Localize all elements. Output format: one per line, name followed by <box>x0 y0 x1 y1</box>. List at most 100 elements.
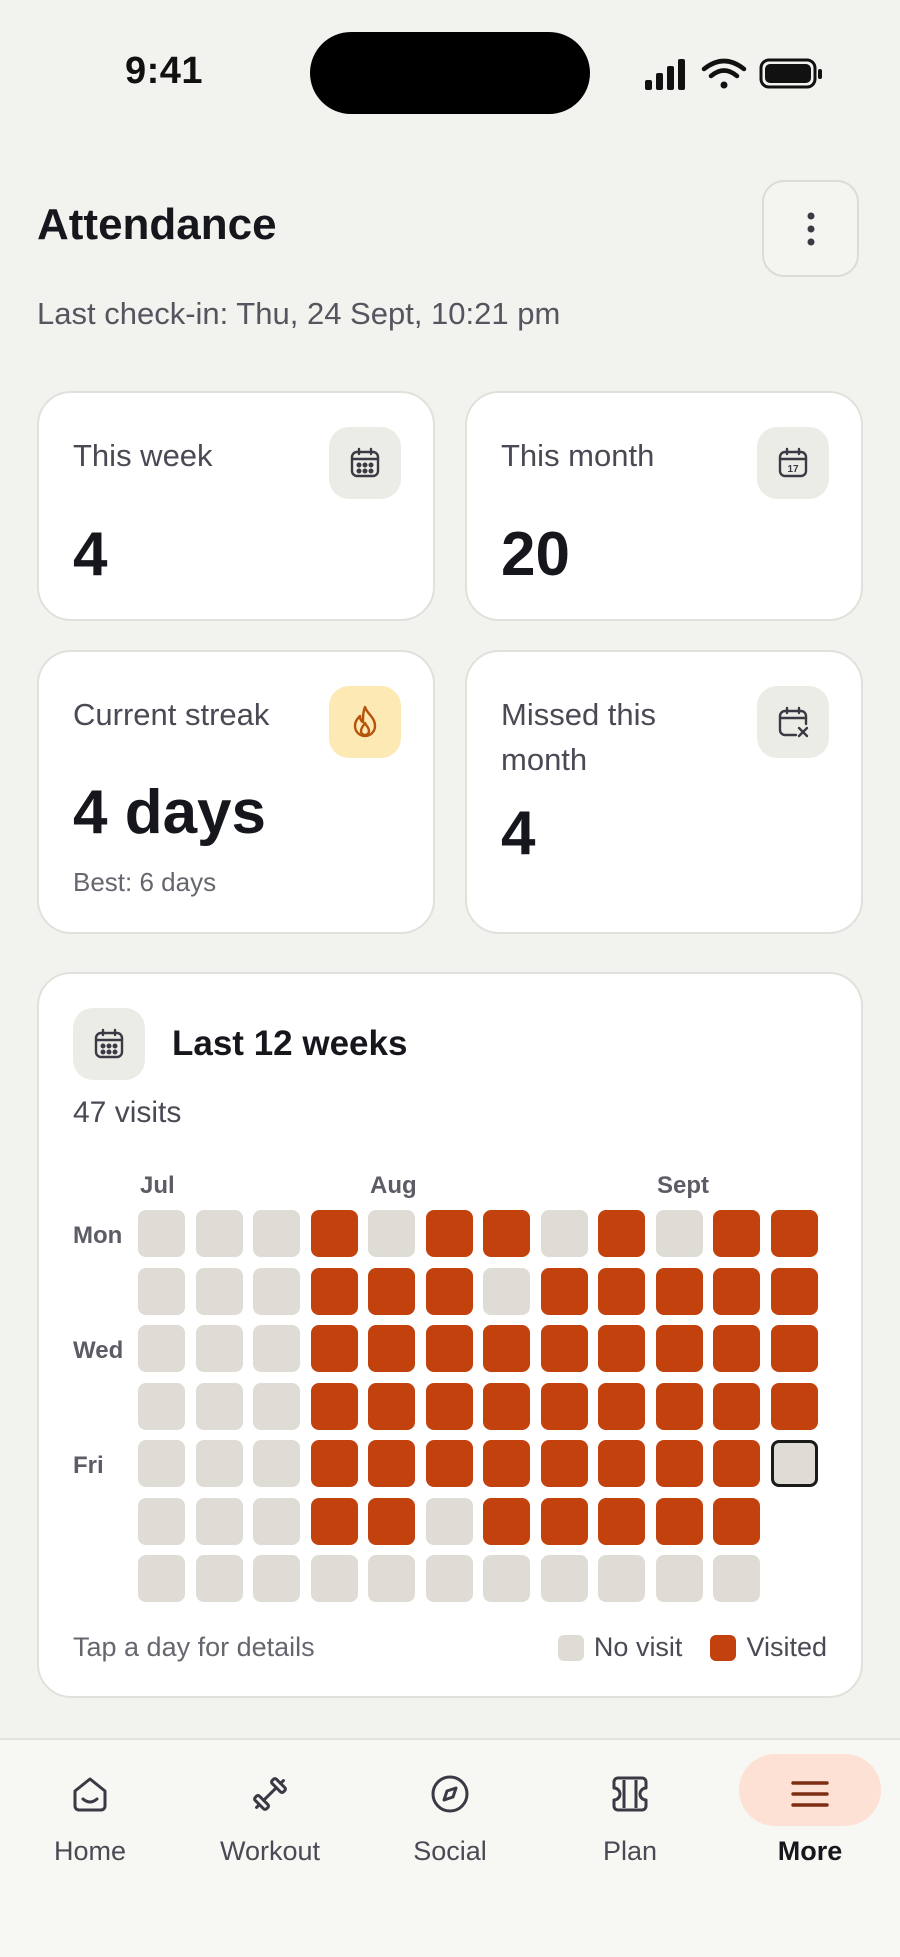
heatmap-day-visited[interactable] <box>713 1440 760 1487</box>
heatmap-day-visited[interactable] <box>483 1382 530 1430</box>
heatmap-day-visited[interactable] <box>368 1325 415 1372</box>
heatmap-day-visited[interactable] <box>598 1497 645 1545</box>
heatmap-day-visited[interactable] <box>483 1440 530 1487</box>
heatmap-day-no-visit[interactable] <box>253 1497 300 1545</box>
heatmap-day-visited[interactable] <box>368 1267 415 1315</box>
heatmap-day-visited[interactable] <box>368 1440 415 1487</box>
heatmap-day-visited[interactable] <box>598 1440 645 1487</box>
heatmap-day-visited[interactable] <box>598 1210 645 1257</box>
heatmap-day-visited[interactable] <box>310 1440 358 1487</box>
heatmap-day-visited[interactable] <box>368 1497 415 1545</box>
calendar-date-icon-badge: 17 <box>757 427 829 499</box>
heatmap-day-visited[interactable] <box>540 1267 588 1315</box>
heatmap-day-visited[interactable] <box>540 1440 588 1487</box>
heatmap-day-visited[interactable] <box>425 1210 473 1257</box>
heatmap-day-visited[interactable] <box>598 1325 645 1372</box>
heatmap-day-no-visit[interactable] <box>195 1210 243 1257</box>
heatmap-day-no-visit[interactable] <box>253 1210 300 1257</box>
heatmap-day-visited[interactable] <box>655 1440 703 1487</box>
heatmap-day-visited[interactable] <box>540 1325 588 1372</box>
heatmap-day-no-visit[interactable] <box>195 1382 243 1430</box>
stat-value: 20 <box>501 520 570 589</box>
heatmap-day-no-visit[interactable] <box>138 1325 185 1372</box>
heatmap-day-visited[interactable] <box>540 1382 588 1430</box>
heatmap-day-no-visit[interactable] <box>138 1440 185 1487</box>
heatmap-day-no-visit[interactable] <box>425 1555 473 1602</box>
heatmap-day-no-visit[interactable] <box>368 1555 415 1602</box>
flame-icon <box>353 705 377 738</box>
heatmap-day-visited[interactable] <box>483 1497 530 1545</box>
heatmap-day-visited[interactable] <box>425 1325 473 1372</box>
heatmap-day-no-visit[interactable] <box>483 1267 530 1315</box>
heatmap-day-visited[interactable] <box>425 1382 473 1430</box>
heatmap-day-visited[interactable] <box>368 1382 415 1430</box>
heatmap-day-no-visit[interactable] <box>138 1210 185 1257</box>
heatmap-day-visited[interactable] <box>713 1497 760 1545</box>
heatmap-day-visited[interactable] <box>598 1267 645 1315</box>
stat-label: Current streak <box>73 697 270 732</box>
legend-label-visited: Visited <box>746 1632 827 1662</box>
heatmap-day-visited[interactable] <box>310 1325 358 1372</box>
heatmap-day-today[interactable] <box>770 1440 818 1487</box>
heatmap-day-no-visit[interactable] <box>655 1210 703 1257</box>
heatmap-day-no-visit[interactable] <box>540 1555 588 1602</box>
heatmap-day-visited[interactable] <box>310 1210 358 1257</box>
more-options-button[interactable] <box>762 180 859 277</box>
heatmap-day-visited[interactable] <box>655 1325 703 1372</box>
heatmap-day-visited[interactable] <box>713 1210 760 1257</box>
heatmap-day-no-visit[interactable] <box>195 1325 243 1372</box>
dynamic-island <box>310 32 590 114</box>
heatmap-day-no-visit[interactable] <box>195 1555 243 1602</box>
tab-social[interactable]: Social <box>375 1754 525 1874</box>
heatmap-day-no-visit[interactable] <box>138 1382 185 1430</box>
stat-card-this-month[interactable]: This month 20 17 <box>465 391 863 621</box>
heatmap-day-no-visit[interactable] <box>253 1267 300 1315</box>
heatmap-day-no-visit[interactable] <box>310 1555 358 1602</box>
heatmap-day-no-visit[interactable] <box>540 1210 588 1257</box>
heatmap-day-visited[interactable] <box>483 1210 530 1257</box>
heatmap-day-no-visit[interactable] <box>483 1555 530 1602</box>
heatmap-day-visited[interactable] <box>310 1382 358 1430</box>
heatmap-day-no-visit[interactable] <box>598 1555 645 1602</box>
heatmap-day-visited[interactable] <box>770 1210 818 1257</box>
heatmap-day-visited[interactable] <box>425 1440 473 1487</box>
heatmap-day-visited[interactable] <box>655 1497 703 1545</box>
heatmap-day-visited[interactable] <box>713 1382 760 1430</box>
heatmap-day-visited[interactable] <box>770 1267 818 1315</box>
heatmap-day-no-visit[interactable] <box>253 1382 300 1430</box>
heatmap-day-visited[interactable] <box>540 1497 588 1545</box>
stat-card-missed-this-month[interactable]: Missed this month 4 <box>465 650 863 934</box>
heatmap-day-no-visit[interactable] <box>138 1267 185 1315</box>
heatmap-day-no-visit[interactable] <box>195 1440 243 1487</box>
heatmap-day-no-visit[interactable] <box>253 1440 300 1487</box>
heatmap-day-visited[interactable] <box>483 1325 530 1372</box>
heatmap-day-no-visit[interactable] <box>368 1210 415 1257</box>
heatmap-day-no-visit[interactable] <box>195 1267 243 1315</box>
heatmap-day-no-visit[interactable] <box>138 1555 185 1602</box>
heatmap-day-visited[interactable] <box>655 1382 703 1430</box>
tab-home[interactable]: Home <box>15 1754 165 1874</box>
heatmap-day-no-visit[interactable] <box>138 1497 185 1545</box>
heatmap-day-no-visit[interactable] <box>253 1325 300 1372</box>
heatmap-day-visited[interactable] <box>655 1267 703 1315</box>
heatmap-day-visited[interactable] <box>713 1267 760 1315</box>
heatmap-visit-count: 47 visits <box>73 1096 182 1129</box>
heatmap-day-no-visit[interactable] <box>253 1555 300 1602</box>
heatmap-day-no-visit[interactable] <box>195 1497 243 1545</box>
heatmap-day-visited[interactable] <box>598 1382 645 1430</box>
tab-more[interactable]: More <box>735 1754 885 1874</box>
stat-card-this-week[interactable]: This week 4 <box>37 391 435 621</box>
heatmap-day-no-visit[interactable] <box>425 1497 473 1545</box>
stat-label: Missed this month <box>501 697 657 777</box>
heatmap-day-visited[interactable] <box>310 1267 358 1315</box>
heatmap-day-visited[interactable] <box>770 1325 818 1372</box>
heatmap-day-visited[interactable] <box>310 1497 358 1545</box>
stat-card-current-streak[interactable]: Current streak 4 days Best: 6 days <box>37 650 435 934</box>
heatmap-day-visited[interactable] <box>425 1267 473 1315</box>
heatmap-day-visited[interactable] <box>713 1325 760 1372</box>
heatmap-day-visited[interactable] <box>770 1382 818 1430</box>
tab-plan[interactable]: Plan <box>555 1754 705 1874</box>
heatmap-day-no-visit[interactable] <box>655 1555 703 1602</box>
tab-workout[interactable]: Workout <box>195 1754 345 1874</box>
heatmap-day-no-visit[interactable] <box>713 1555 760 1602</box>
